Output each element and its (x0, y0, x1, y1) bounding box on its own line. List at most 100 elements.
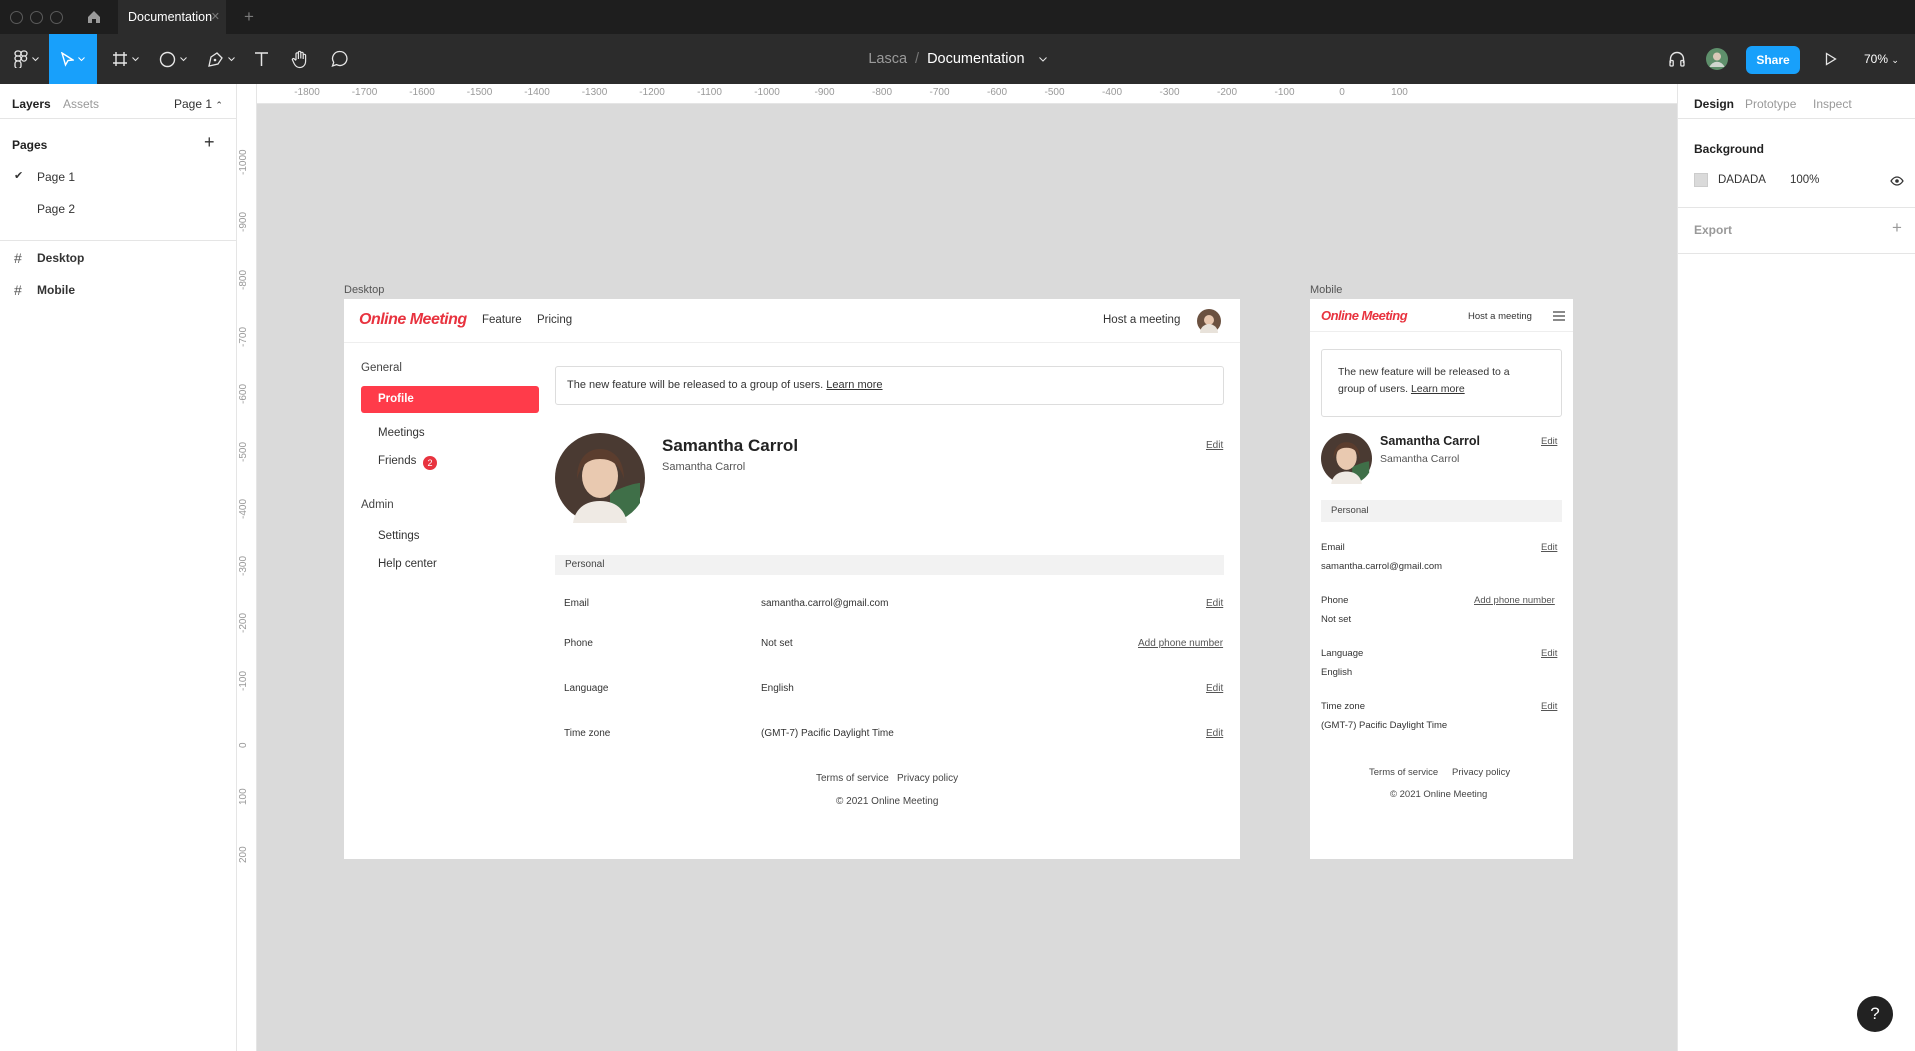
share-button[interactable]: Share (1746, 46, 1800, 74)
ruler-tick-label: -1700 (351, 87, 378, 98)
divider (0, 240, 237, 241)
profile-photo-image (555, 433, 645, 523)
add-phone-link[interactable]: Add phone number (1474, 595, 1555, 606)
field-value-timezone: (GMT-7) Pacific Daylight Time (761, 728, 894, 739)
edit-language-link[interactable]: Edit (1541, 648, 1557, 659)
hamburger-menu-icon[interactable] (1553, 311, 1565, 321)
divider (1678, 118, 1915, 119)
host-meeting-link[interactable]: Host a meeting (1468, 311, 1532, 322)
breadcrumb-team[interactable]: Lasca (868, 51, 907, 67)
edit-timezone-link[interactable]: Edit (1541, 701, 1557, 712)
edit-name-link[interactable]: Edit (1541, 436, 1557, 447)
edit-email-link[interactable]: Edit (1541, 542, 1557, 553)
nav-pricing[interactable]: Pricing (537, 314, 572, 326)
sidebar-item-settings[interactable]: Settings (378, 530, 420, 542)
breadcrumb-file[interactable]: Documentation (927, 51, 1025, 67)
layer-desktop[interactable]: Desktop (37, 251, 84, 265)
footer-copyright: © 2021 Online Meeting (1390, 789, 1488, 800)
field-value-phone: Not set (1321, 614, 1352, 625)
ruler-tick-label: -300 (1159, 87, 1180, 98)
ruler-tick-label: -500 (1044, 87, 1065, 98)
canvas[interactable]: Desktop Online Meeting Feature Pricing H… (237, 84, 1677, 1051)
page-selector-label: Page 1 (174, 97, 213, 111)
sidebar-item-profile[interactable]: Profile (361, 386, 539, 413)
frame-label-desktop[interactable]: Desktop (344, 284, 384, 296)
footer-terms-link[interactable]: Terms of service (1369, 767, 1438, 778)
learn-more-link[interactable]: Learn more (826, 379, 882, 391)
page-item-1[interactable]: Page 1 (37, 170, 75, 184)
header-divider (344, 342, 1240, 343)
desktop-frame[interactable]: Online Meeting Feature Pricing Host a me… (344, 299, 1240, 859)
field-label-phone: Phone (1321, 595, 1349, 606)
sidebar-item-meetings[interactable]: Meetings (378, 427, 425, 439)
ruler-tick-label: -700 (929, 87, 950, 98)
sidebar-heading-general: General (361, 362, 402, 374)
edit-email-link[interactable]: Edit (1206, 598, 1223, 609)
page-selector[interactable]: Page 1 ⌃ (174, 97, 223, 111)
ruler-tick-label: -900 (238, 212, 249, 233)
frame-icon: # (14, 250, 22, 266)
frame-icon: # (14, 282, 22, 298)
new-tab-icon[interactable]: + (244, 7, 254, 27)
footer-privacy-link[interactable]: Privacy policy (897, 773, 958, 784)
zoom-level[interactable]: 70% ⌄ (1864, 34, 1899, 85)
ruler-tick-label: -100 (1274, 87, 1295, 98)
add-export-icon[interactable]: + (1892, 218, 1902, 238)
tab-assets[interactable]: Assets (63, 97, 99, 111)
document-tab[interactable]: Documentation ✕ (118, 0, 226, 34)
chevron-up-icon: ⌃ (215, 100, 223, 110)
field-value-phone: Not set (761, 638, 793, 649)
divider (1678, 207, 1915, 208)
divider (0, 118, 237, 119)
chevron-down-icon[interactable] (1038, 56, 1047, 62)
ruler-tick-label: -600 (986, 87, 1008, 98)
field-value-language: English (761, 683, 794, 694)
mobile-frame[interactable]: Online Meeting Host a meeting The new fe… (1310, 299, 1573, 859)
section-title: Personal (565, 559, 605, 570)
maximize-window-button[interactable] (50, 11, 63, 24)
frame-label-mobile[interactable]: Mobile (1310, 284, 1342, 296)
host-meeting-link[interactable]: Host a meeting (1103, 314, 1180, 326)
ruler-tick-label: -900 (814, 87, 835, 98)
tab-layers[interactable]: Layers (12, 97, 51, 111)
footer-privacy-link[interactable]: Privacy policy (1452, 767, 1510, 778)
ruler-tick-label: -400 (238, 498, 249, 519)
footer-terms-link[interactable]: Terms of service (816, 773, 889, 784)
layer-mobile[interactable]: Mobile (37, 283, 75, 297)
tab-design[interactable]: Design (1694, 97, 1734, 111)
title-bar: Documentation ✕ + (0, 0, 1915, 34)
home-icon[interactable] (86, 9, 102, 25)
add-phone-link[interactable]: Add phone number (1138, 638, 1223, 649)
ruler-tick-label: -1200 (639, 87, 665, 98)
ruler-tick-label: -1100 (697, 87, 722, 98)
background-opacity-value[interactable]: 100% (1790, 174, 1819, 186)
learn-more-link[interactable]: Learn more (1411, 383, 1465, 395)
field-value-language: English (1321, 667, 1353, 678)
ruler-tick-label: 200 (238, 845, 249, 863)
ruler-tick-label: 0 (238, 742, 249, 748)
ruler-tick-label: -800 (871, 87, 893, 98)
tab-inspect[interactable]: Inspect (1813, 97, 1852, 111)
tab-prototype[interactable]: Prototype (1745, 97, 1796, 111)
eye-icon[interactable] (1890, 176, 1904, 186)
background-color-value[interactable]: DADADA (1718, 174, 1766, 186)
close-tab-icon[interactable]: ✕ (211, 0, 220, 34)
site-logo: Online Meeting (1321, 308, 1408, 323)
add-page-icon[interactable]: + (204, 132, 215, 153)
sidebar-item-help-center[interactable]: Help center (378, 558, 437, 570)
edit-timezone-link[interactable]: Edit (1206, 728, 1223, 739)
profile-subname: Samantha Carrol (662, 461, 746, 473)
edit-language-link[interactable]: Edit (1206, 683, 1223, 694)
profile-avatar[interactable] (1197, 309, 1221, 333)
help-button[interactable]: ? (1857, 996, 1893, 1032)
background-color-swatch[interactable] (1694, 173, 1708, 187)
sidebar-item-friends[interactable]: Friends (378, 455, 416, 467)
close-window-button[interactable] (10, 11, 23, 24)
ruler-tick-label: -200 (1216, 87, 1238, 98)
minimize-window-button[interactable] (30, 11, 43, 24)
ruler-tick-label: -1600 (409, 87, 435, 98)
nav-feature[interactable]: Feature (482, 314, 522, 326)
edit-name-link[interactable]: Edit (1206, 440, 1223, 451)
page-item-2[interactable]: Page 2 (37, 202, 75, 216)
ruler-tick-label: -1000 (238, 149, 249, 175)
